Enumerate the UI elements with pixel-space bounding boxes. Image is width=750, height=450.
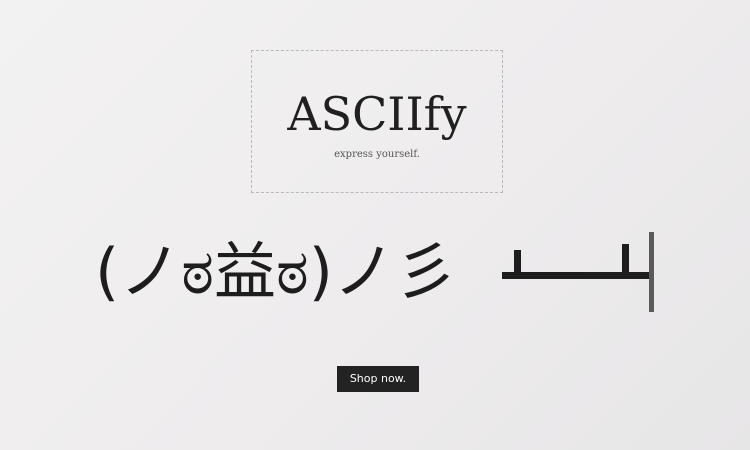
- flipped-table-icon: [502, 232, 654, 312]
- hero-kaomoji: (ノಠ益ಠ)ノ彡: [95, 232, 505, 312]
- kaomoji-face-text: (ノಠ益ಠ)ノ彡: [95, 235, 457, 308]
- shop-now-button[interactable]: Shop now.: [337, 366, 419, 392]
- logo-title: ASCIIfy: [287, 87, 467, 141]
- table-leg-right: [622, 244, 629, 275]
- logo-tagline: express yourself.: [334, 149, 420, 160]
- table-leg-left: [514, 250, 521, 275]
- table-edge: [649, 232, 654, 312]
- logo-box: ASCIIfy express yourself.: [251, 50, 503, 193]
